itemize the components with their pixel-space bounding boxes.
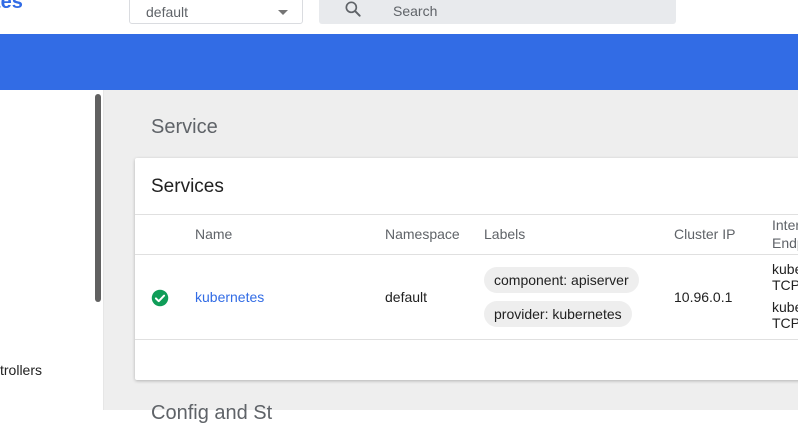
- top-toolbar: tes default Search: [0, 0, 798, 34]
- sidebar-scrollbar[interactable]: [95, 94, 101, 302]
- endpoint-text: kube: [772, 261, 798, 277]
- service-namespace: default: [385, 289, 428, 305]
- service-name-link[interactable]: kubernetes: [195, 289, 264, 305]
- service-cluster-ip: 10.96.0.1: [674, 289, 733, 305]
- section-title-config-storage: Config and St: [151, 402, 273, 424]
- label-chip: provider: kubernetes: [484, 301, 632, 327]
- card-title: Services: [151, 176, 224, 197]
- row-divider: [135, 339, 798, 340]
- column-header-internal-endpoints-line2: Endp: [772, 235, 798, 251]
- column-header-namespace[interactable]: Namespace: [385, 226, 460, 242]
- check-circle-icon: [151, 289, 169, 307]
- endpoint-text: TCP: [772, 277, 798, 293]
- namespace-select[interactable]: default: [129, 0, 303, 24]
- row-divider: [135, 254, 798, 255]
- sidebar: trollers: [0, 90, 104, 410]
- header-divider: [135, 214, 798, 215]
- namespace-value: default: [146, 4, 189, 20]
- column-header-labels: Labels: [484, 226, 526, 242]
- search-input[interactable]: Search: [319, 0, 676, 24]
- main-content: Service Services Name Namespace Labels C…: [104, 90, 798, 424]
- page-title: Service: [151, 116, 218, 138]
- app-bar: [0, 34, 798, 90]
- endpoint-text: TCP: [772, 315, 798, 331]
- column-header-name[interactable]: Name: [195, 226, 232, 242]
- endpoint-text: kube: [772, 299, 798, 315]
- sidebar-item-replication-controllers[interactable]: trollers: [0, 362, 42, 378]
- label-chip: component: apiserver: [484, 267, 639, 293]
- search-placeholder: Search: [393, 3, 438, 19]
- brand-logo-text[interactable]: tes: [0, 0, 23, 14]
- services-card: Services Name Namespace Labels Cluster I…: [135, 158, 798, 380]
- chevron-down-icon: [278, 10, 288, 15]
- column-header-internal-endpoints: Inter: [772, 217, 798, 233]
- search-icon: [345, 1, 361, 17]
- column-header-cluster-ip[interactable]: Cluster IP: [674, 226, 735, 242]
